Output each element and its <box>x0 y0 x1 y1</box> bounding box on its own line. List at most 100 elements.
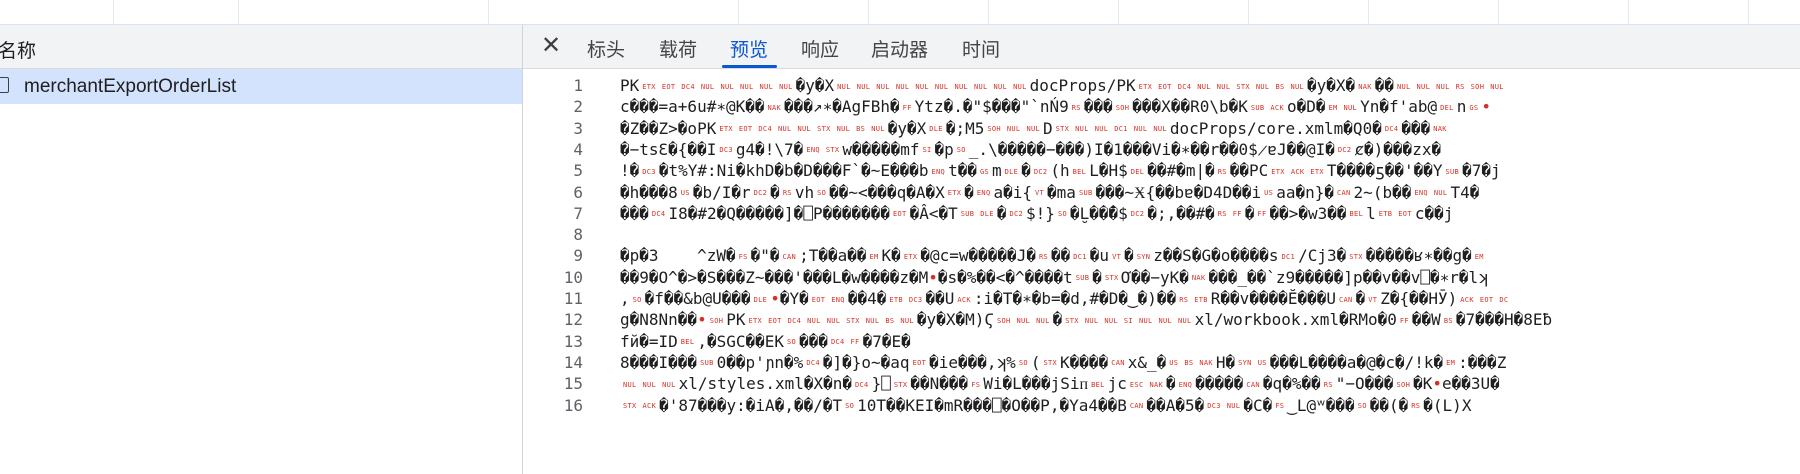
line-number: 8 <box>573 225 583 245</box>
line-text: �p�3 ^zW� FS �"� CAN ;T��a�� EM K� ETX �@c=w����… <box>620 246 1484 266</box>
control-char-glyph: DC2 <box>753 189 768 197</box>
grid-tick <box>1118 0 1119 24</box>
control-char-glyph: EM <box>1446 359 1456 368</box>
control-char-glyph: NUL <box>1036 316 1050 325</box>
control-char-glyph: VT <box>1035 189 1045 197</box>
active-tab-indicator <box>722 65 777 68</box>
control-char-glyph: DC3 <box>642 167 656 176</box>
code-line: 6 �h���8 US �b/I�r DC2 � RS vh SO ��~<���q�A�X ETX… <box>523 182 1800 203</box>
control-char-glyph: NUL <box>1416 82 1431 91</box>
control-char-glyph: CAN <box>1129 402 1144 410</box>
request-detail-panel: ✕ 标头 载荷 预览 响应 启动器 时间 1 PK ETX EOT DC4 NUL NUL N… <box>523 25 1800 474</box>
control-char-glyph: SUB <box>1445 167 1460 176</box>
control-char-glyph: EOT <box>768 316 782 325</box>
line-number: 5 <box>573 161 583 181</box>
control-char-glyph: ENQ <box>806 146 820 155</box>
tab-preview[interactable]: 预览 <box>730 35 768 62</box>
control-char-glyph: DC3 <box>1207 402 1221 410</box>
control-char-glyph: US <box>1169 359 1179 368</box>
control-char-glyph: BS <box>885 316 895 325</box>
control-char-glyph: SO <box>1018 359 1028 368</box>
name-column-header[interactable]: 名称 <box>0 25 522 69</box>
control-char-glyph: ENQ <box>1414 189 1428 197</box>
tab-headers[interactable]: 标头 <box>587 35 625 62</box>
control-char-glyph: ACK <box>1290 167 1305 176</box>
control-char-glyph: EM <box>1474 252 1484 261</box>
control-char-glyph: ETX <box>947 189 962 197</box>
tab-initiator[interactable]: 启动器 <box>871 35 928 62</box>
control-char-glyph: SO <box>1357 402 1367 410</box>
line-text: 8���I��� SUB 0��p'ɲn�% DC4 �]�}o~�aq EOT �ie��… <box>620 352 1507 372</box>
line-text: !� DC3 �t%Y#:Ni�khD�b�D���F`�~E���b ENQ t�� G… <box>620 161 1501 181</box>
control-char-glyph: GS <box>979 167 990 176</box>
close-icon[interactable]: ✕ <box>540 34 562 58</box>
control-char-glyph: FF <box>902 103 912 112</box>
code-line: 10 ��9�O^�>�S���Z~���'���L�w����z�M•�s�%�… <box>523 267 1800 288</box>
control-char-glyph: BS <box>1275 82 1285 91</box>
control-char-glyph: DC4 <box>787 316 802 325</box>
waterfall-strip <box>0 0 1800 25</box>
request-row[interactable]: merchantExportOrderList <box>0 69 522 104</box>
control-char-glyph: NUL <box>915 82 929 91</box>
document-icon <box>0 77 9 93</box>
control-char-glyph: RS <box>1323 380 1333 389</box>
control-char-glyph: NUL <box>1026 125 1040 134</box>
control-char-glyph: SOH <box>1470 82 1485 91</box>
grid-tick <box>988 0 989 24</box>
control-char-glyph: DEL <box>1440 103 1454 112</box>
preview-code-view[interactable]: 1 PK ETX EOT DC4 NUL NUL NUL NUL NUL �y�X NUL NUL NUL… <box>523 69 1800 474</box>
control-char-glyph: NUL <box>934 82 949 91</box>
control-char-glyph: SO <box>845 402 855 410</box>
control-char-glyph: ETX <box>748 316 763 325</box>
control-char-glyph: FF <box>1257 210 1267 219</box>
control-char-glyph: SUB <box>1075 274 1090 283</box>
control-char-glyph: NUL <box>1490 82 1504 91</box>
control-char-glyph: NUL <box>871 125 885 134</box>
line-text: �Z��Z>�oPK ETX EOT DC4 NUL NUL STX NUL BS NUL �y�X… <box>620 118 1447 138</box>
control-char-glyph: DC3 <box>908 295 923 304</box>
control-char-glyph: SYN <box>1238 359 1252 368</box>
grid-tick <box>1748 0 1749 24</box>
control-char-glyph: EOT <box>1398 210 1412 219</box>
control-char-glyph: ENQ <box>831 295 845 304</box>
control-char-glyph: ACK <box>957 295 971 304</box>
request-list-panel: 名称 merchantExportOrderList <box>0 25 522 474</box>
control-char-glyph: GS <box>1469 103 1479 112</box>
line-number: 14 <box>563 352 583 372</box>
code-line: 3 �Z��Z>�oPK ETX EOT DC4 NUL NUL STX NUL BS NUL �y�… <box>523 118 1800 139</box>
control-char-glyph: DC4 <box>681 82 695 91</box>
control-char-glyph: BS <box>1184 359 1194 368</box>
grid-tick <box>1248 0 1249 24</box>
line-text: ��9�O^�>�S���Z~���'���L�w����z�M•�s�%��<… <box>620 267 1488 287</box>
control-char-glyph: CAN <box>1246 380 1260 389</box>
control-char-glyph: SO <box>817 189 827 197</box>
line-number: 9 <box>573 246 583 266</box>
control-char-glyph: STX <box>825 146 840 155</box>
control-char-glyph: RS <box>1071 103 1081 112</box>
bullet-glyph: • <box>770 289 780 308</box>
control-char-glyph: ETX <box>719 125 733 134</box>
control-char-glyph: BEL <box>1349 210 1364 219</box>
line-text: , SO �f��&b@U��� DLE •�Y� EOT ENQ ��4� ETB DC3 ��U… <box>620 289 1509 308</box>
control-char-glyph: NUL <box>1084 316 1099 325</box>
grid-tick <box>1498 0 1499 24</box>
tab-payload[interactable]: 载荷 <box>659 35 697 62</box>
control-char-glyph: CAN <box>782 252 797 261</box>
control-char-glyph: RS <box>1411 402 1421 410</box>
control-char-glyph: NUL <box>865 316 880 325</box>
control-char-glyph: CAN <box>1339 295 1353 304</box>
control-char-glyph: DC2 <box>1009 210 1024 219</box>
code-line: 8 <box>523 224 1800 245</box>
control-char-glyph: ENQ <box>1178 380 1193 389</box>
control-char-glyph: NUL <box>807 316 821 325</box>
line-number: 10 <box>563 267 583 287</box>
control-char-glyph: STX <box>1349 252 1363 261</box>
control-char-glyph: DC1 <box>1281 252 1296 261</box>
control-char-glyph: FF <box>850 338 860 347</box>
control-char-glyph: DC4 <box>806 359 820 368</box>
line-number: 11 <box>563 289 583 308</box>
tab-response[interactable]: 响应 <box>801 35 839 62</box>
grid-tick <box>1368 0 1369 24</box>
control-char-glyph: EOT <box>1479 295 1494 304</box>
tab-timing[interactable]: 时间 <box>962 35 1000 62</box>
